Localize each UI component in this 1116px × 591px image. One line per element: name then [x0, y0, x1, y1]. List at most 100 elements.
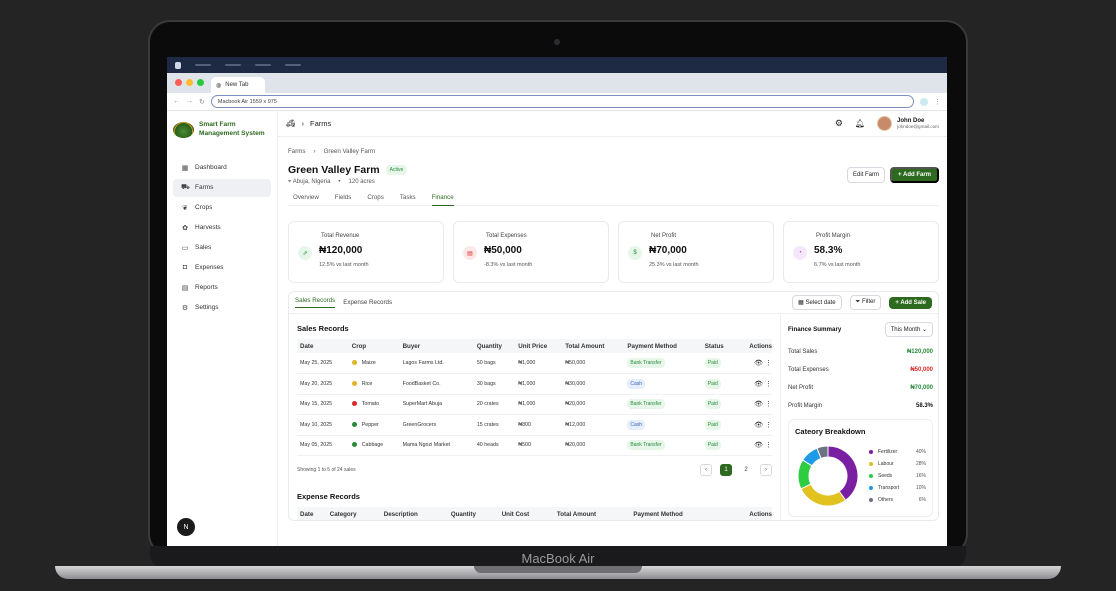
add-sale-label: Add Sale	[900, 299, 926, 306]
sidebar-item-expenses[interactable]: ◘ Expenses	[173, 259, 271, 277]
table-row[interactable]: May 20, 2025 Rice FoodBasket Co. 30 bags ₦1,…	[297, 373, 772, 395]
back-icon[interactable]: ←	[173, 98, 180, 105]
stat-value: ₦120,000	[319, 245, 363, 256]
settings-icon[interactable]: ⚙	[835, 118, 843, 129]
stat-label: Profit Margin	[816, 233, 851, 239]
tab-tasks[interactable]: Tasks	[400, 194, 416, 201]
extension-icon[interactable]	[920, 97, 928, 106]
table-row[interactable]: May 05, 2025 Cabbage Mama Ngozi Market 40 h…	[297, 435, 772, 456]
donut-slice-labour	[800, 483, 847, 507]
period-value: This Month	[890, 327, 921, 333]
table-header-row: Date Category Description Quantity Unit Cost…	[297, 507, 772, 520]
crop-icon	[351, 401, 357, 407]
chart-title: Cateory Breakdown	[795, 427, 866, 436]
sidebar-nav: ▦ Dashboard ⛟ Farms ❦ Crops ✿ Harvests ▭ Sales ◘ Ex…	[173, 159, 271, 317]
legend-label: Transport	[878, 485, 900, 491]
stat-body: Total Expenses ₦50,000 -8.3% vs last month	[484, 233, 532, 282]
sidebar-item-settings[interactable]: ⚙ Settings	[173, 299, 271, 317]
view-icon[interactable]: 👁︎	[754, 422, 765, 429]
close-window-button[interactable]	[175, 79, 182, 86]
sidebar-item-label: Farms	[195, 184, 214, 192]
tab-finance[interactable]: Finance	[431, 194, 454, 206]
select-date-button[interactable]: ▦ Select date	[792, 295, 842, 310]
legend-swatch	[869, 498, 873, 502]
tab-overview[interactable]: Overview	[293, 194, 319, 201]
add-sale-button[interactable]: + Add Sale	[889, 296, 932, 309]
page-2-button[interactable]: 2	[740, 464, 752, 476]
profit-icon: $	[628, 246, 642, 260]
more-icon[interactable]: ⋮	[765, 381, 772, 388]
expense-icon: ▤	[463, 246, 477, 260]
stat-body: Profit Margin 58.3% 6.7% vs last month	[814, 233, 860, 282]
sidebar-item-dashboard[interactable]: ▦ Dashboard	[173, 159, 271, 177]
more-icon[interactable]: ⋮	[765, 422, 772, 429]
tab-expense-records[interactable]: Expense Records	[343, 299, 392, 306]
tab-fields[interactable]: Fields	[335, 194, 352, 201]
sidebar-item-reports[interactable]: ▤ Reports	[173, 279, 271, 297]
main-area: 🚜︎ › Farms ⚙ 🔔︎ John Doe johndoe@gmail.c…	[278, 111, 947, 546]
kebab-menu-icon[interactable]: ⋮	[934, 98, 941, 106]
sidebar-item-crops[interactable]: ❦ Crops	[173, 199, 271, 217]
table-row[interactable]: May 10, 2025 Pepper GreenGrocers 15 crates ₦…	[297, 414, 772, 436]
crop-icon	[351, 421, 357, 427]
minimize-window-button[interactable]	[186, 79, 193, 86]
menu-placeholder	[225, 64, 241, 66]
apple-icon[interactable]	[175, 61, 181, 69]
category-breakdown-card: Cateory Breakdown Fertilizer 40% Labour 28%…	[788, 419, 933, 517]
view-icon[interactable]: 👁︎	[754, 360, 765, 367]
reload-icon[interactable]: ↻	[199, 98, 205, 106]
table-row[interactable]: May 25, 2025 Maize Lagos Farms Ltd. 50 bags…	[297, 353, 772, 374]
cell-unit: ₦500	[515, 435, 563, 456]
cell-date: May 15, 2025	[297, 394, 349, 415]
sidebar-item-farms[interactable]: ⛟ Farms	[173, 178, 271, 197]
status-badge: Active	[385, 165, 408, 175]
next-page-button[interactable]: ›	[760, 464, 772, 476]
tab-sales-records[interactable]: Sales Records	[295, 297, 336, 308]
breadcrumb-root[interactable]: Farms	[288, 148, 306, 155]
maximize-window-button[interactable]	[197, 79, 204, 86]
sidebar-item-harvests[interactable]: ✿ Harvests	[173, 219, 271, 237]
page-1-button[interactable]: 1	[720, 464, 732, 476]
cell-method: Cash	[624, 373, 702, 395]
edit-farm-button[interactable]: Edit Farm	[847, 167, 886, 183]
period-select[interactable]: This Month ⌄	[884, 322, 933, 337]
sidebar-item-sales[interactable]: ▭ Sales	[173, 239, 271, 257]
prev-page-button[interactable]: ‹	[700, 464, 712, 476]
url-field[interactable]: Macbook Air 1559 x 975	[210, 95, 914, 108]
cell-date: May 20, 2025	[297, 373, 349, 395]
stat-value: ₦70,000	[649, 245, 687, 256]
more-icon[interactable]: ⋮	[765, 442, 772, 449]
user-initial-avatar[interactable]: N	[177, 518, 195, 536]
legend-percent: 6%	[918, 497, 926, 503]
user-profile[interactable]: John Doe johndoe@gmail.com	[877, 116, 939, 131]
breadcrumb: Farms › Green Valley Farm	[288, 148, 939, 155]
revenue-icon: ⇗	[298, 246, 312, 260]
sidebar-item-label: Crops	[195, 204, 213, 212]
status-badge: Paid	[704, 399, 721, 410]
more-icon[interactable]: ⋮	[765, 360, 772, 367]
cell-crop: Tomato	[348, 394, 400, 415]
tab-crops[interactable]: Crops	[367, 194, 384, 201]
browser-tab[interactable]: ◍ New Tab	[211, 77, 265, 93]
legend-label: Fertilizer	[878, 449, 898, 455]
legend-item: Transport 10%	[869, 482, 926, 494]
view-icon[interactable]: 👁︎	[754, 401, 765, 408]
payment-method-badge: Cash	[627, 378, 646, 389]
cell-crop: Pepper	[348, 414, 400, 436]
status-badge: Paid	[704, 358, 721, 368]
table-body: May 25, 2025 Maize Lagos Farms Ltd. 50 bags…	[297, 353, 772, 456]
forward-icon[interactable]: →	[186, 98, 193, 105]
view-icon[interactable]: 👁︎	[754, 381, 765, 388]
filter-button[interactable]: ⏷ Filter	[849, 295, 882, 310]
view-icon[interactable]: 👁︎	[754, 442, 765, 449]
summary-label: Total Sales	[788, 349, 818, 355]
margin-icon: ◔	[793, 246, 807, 260]
farm-logo	[173, 121, 194, 138]
records-panel: Sales Records Expense Records ▦ Select d…	[288, 291, 939, 521]
table-row[interactable]: May 15, 2025 Tomato SuperMart Abuja 20 crat…	[297, 394, 772, 415]
notification-bell-icon[interactable]: 🔔︎	[855, 119, 865, 128]
more-icon[interactable]: ⋮	[765, 401, 772, 408]
cell-buyer: GreenGrocers	[399, 414, 474, 436]
add-farm-button[interactable]: + Add Farm	[890, 167, 939, 183]
cell-date: May 05, 2025	[297, 435, 349, 456]
